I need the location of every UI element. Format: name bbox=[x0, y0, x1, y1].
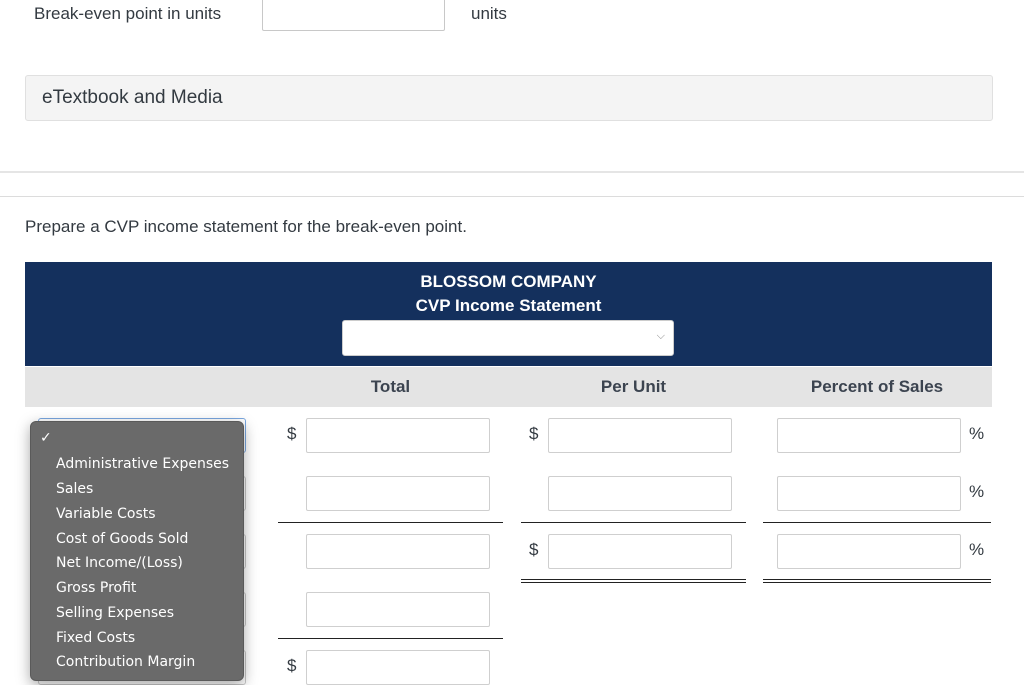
subtotal-rule bbox=[763, 522, 991, 523]
currency-symbol: $ bbox=[287, 424, 297, 443]
check-icon: ✓ bbox=[40, 430, 52, 446]
breakeven-label: Break-even point in units bbox=[34, 4, 222, 23]
chevron-down-icon: ⌵ bbox=[656, 330, 665, 342]
percent-symbol: % bbox=[969, 482, 985, 501]
row-3-total-input[interactable] bbox=[306, 534, 490, 569]
breakeven-unit-label: units bbox=[471, 4, 507, 23]
dropdown-option[interactable]: Selling Expenses bbox=[56, 605, 174, 621]
dropdown-option[interactable]: Net Income/(Loss) bbox=[56, 555, 183, 571]
subtotal-rule bbox=[278, 522, 503, 523]
total-double-rule bbox=[763, 579, 991, 583]
column-header-per-unit: Per Unit bbox=[600, 377, 667, 396]
breakeven-units-input[interactable] bbox=[262, 0, 445, 31]
row-1-percent-input[interactable] bbox=[777, 418, 961, 453]
statement-title: CVP Income Statement bbox=[415, 296, 602, 315]
dropdown-option[interactable]: Variable Costs bbox=[56, 506, 156, 522]
row-3-per-unit-input[interactable] bbox=[548, 534, 732, 569]
percent-symbol: % bbox=[969, 540, 985, 559]
row-2-total-input[interactable] bbox=[306, 476, 490, 511]
row-3-percent-input[interactable] bbox=[777, 534, 961, 569]
dropdown-option[interactable]: Contribution Margin bbox=[56, 654, 195, 670]
subtotal-rule bbox=[521, 522, 746, 523]
currency-symbol: $ bbox=[529, 540, 539, 559]
subtotal-rule bbox=[278, 638, 503, 639]
section-divider bbox=[0, 196, 1024, 197]
row-4-total-input[interactable] bbox=[306, 592, 490, 627]
question-instruction: Prepare a CVP income statement for the b… bbox=[25, 217, 467, 236]
column-header-total: Total bbox=[370, 377, 411, 396]
etextbook-and-media-button[interactable]: eTextbook and Media bbox=[25, 75, 993, 121]
row-1-total-input[interactable] bbox=[306, 418, 490, 453]
section-divider bbox=[0, 171, 1024, 173]
company-name: BLOSSOM COMPANY bbox=[420, 272, 597, 291]
currency-symbol: $ bbox=[287, 656, 297, 675]
row-5-total-input[interactable] bbox=[306, 650, 490, 685]
total-double-rule bbox=[521, 579, 746, 583]
row-2-per-unit-input[interactable] bbox=[548, 476, 732, 511]
dropdown-option[interactable]: Cost of Goods Sold bbox=[56, 531, 188, 547]
currency-symbol: $ bbox=[529, 424, 539, 443]
dropdown-option[interactable]: Administrative Expenses bbox=[56, 456, 229, 472]
column-header-percent-of-sales: Percent of Sales bbox=[810, 377, 944, 396]
row-2-percent-input[interactable] bbox=[777, 476, 961, 511]
dropdown-option[interactable]: Gross Profit bbox=[56, 580, 136, 596]
percent-symbol: % bbox=[969, 424, 985, 443]
period-select[interactable]: ⌵ bbox=[342, 320, 674, 356]
dropdown-option[interactable]: Fixed Costs bbox=[56, 630, 135, 646]
row-1-per-unit-input[interactable] bbox=[548, 418, 732, 453]
row-label-dropdown-menu: ✓ Administrative Expenses Sales Variable… bbox=[30, 421, 244, 681]
dropdown-option[interactable]: Sales bbox=[56, 481, 93, 497]
